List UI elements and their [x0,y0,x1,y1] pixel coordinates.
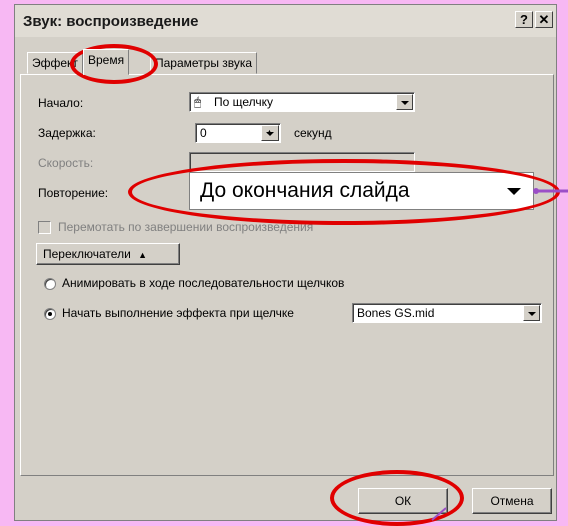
pointer-lines [431,188,568,521]
pointer-line-ok [431,507,447,521]
tab-timing[interactable]: Время [83,49,130,75]
pointer-dot [533,188,539,194]
